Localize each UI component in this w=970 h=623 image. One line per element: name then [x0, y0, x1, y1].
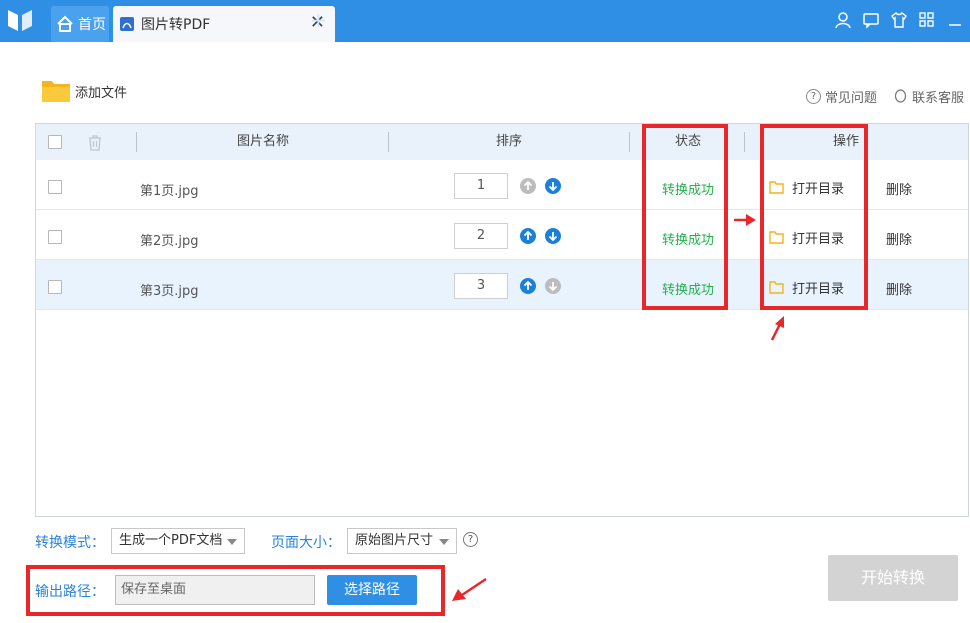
move-down-icon[interactable]: [545, 178, 561, 194]
row-checkbox[interactable]: [48, 180, 62, 194]
header-separator: [744, 132, 745, 152]
title-bar: 首页 图片转PDF ✕ +: [0, 0, 970, 42]
output-path-label: 输出路径：: [35, 581, 105, 601]
page-size-label: 页面大小：: [271, 532, 341, 552]
faq-label: 常见问题: [825, 87, 877, 106]
delete-link[interactable]: 删除: [886, 229, 912, 248]
status-highlight-box: [642, 124, 728, 310]
folder-icon: [41, 78, 71, 104]
header-separator: [629, 132, 630, 152]
tab-image-to-pdf-label: 图片转PDF: [141, 14, 210, 34]
support-link[interactable]: 联系客服: [893, 87, 964, 106]
faq-link[interactable]: ? 常见问题: [806, 87, 877, 106]
mode-label: 转换模式：: [35, 532, 105, 552]
move-up-icon[interactable]: [520, 278, 536, 294]
file-name: 第2页.jpg: [140, 230, 199, 249]
chevron-down-icon: [439, 539, 449, 545]
tab-image-to-pdf[interactable]: 图片转PDF ✕: [113, 6, 335, 42]
header-name: 图片名称: [137, 124, 389, 160]
order-input[interactable]: 3: [454, 273, 508, 299]
apps-grid-icon[interactable]: [918, 11, 936, 29]
window-controls: [834, 11, 964, 29]
move-up-icon[interactable]: [520, 228, 536, 244]
question-icon: ?: [806, 89, 821, 104]
page-size-select[interactable]: 原始图片尺寸: [347, 528, 457, 554]
order-input[interactable]: 1: [454, 173, 508, 199]
user-icon[interactable]: [834, 11, 852, 29]
message-icon[interactable]: [862, 11, 880, 29]
help-icon[interactable]: ?: [463, 532, 478, 547]
move-down-icon[interactable]: [545, 228, 561, 244]
add-tab-icon[interactable]: +: [310, 10, 327, 30]
home-icon: [56, 15, 74, 33]
add-file-button[interactable]: 添加文件: [41, 78, 127, 104]
move-up-icon[interactable]: [520, 178, 536, 194]
mode-select-value: 生成一个PDF文档: [119, 533, 222, 548]
start-convert-button[interactable]: 开始转换: [828, 555, 958, 601]
app-logo-icon: [6, 7, 34, 33]
mode-select[interactable]: 生成一个PDF文档: [111, 528, 245, 554]
skin-icon[interactable]: [890, 11, 908, 29]
help-links: ? 常见问题 联系客服: [806, 87, 964, 106]
output-path-input[interactable]: 保存至桌面: [115, 575, 315, 605]
up-arrow-annotation-icon: [770, 315, 786, 341]
chevron-down-icon: [227, 539, 237, 545]
tab-home[interactable]: 首页: [51, 6, 109, 42]
select-all-checkbox[interactable]: [48, 135, 62, 149]
delete-link[interactable]: 删除: [886, 179, 912, 198]
action-highlight-box: [760, 124, 868, 310]
delete-link[interactable]: 删除: [886, 279, 912, 298]
left-arrow-annotation-icon: [450, 577, 488, 603]
order-input[interactable]: 2: [454, 223, 508, 249]
choose-path-button[interactable]: 选择路径: [327, 575, 417, 605]
file-name: 第3页.jpg: [140, 280, 199, 299]
row-checkbox[interactable]: [48, 280, 62, 294]
support-label: 联系客服: [912, 87, 964, 106]
trash-icon[interactable]: [87, 134, 103, 151]
right-arrow-annotation-icon: [733, 213, 757, 227]
chat-penguin-icon: [893, 89, 908, 104]
add-file-label: 添加文件: [75, 82, 127, 101]
page-size-select-value: 原始图片尺寸: [355, 533, 433, 548]
tab-home-label: 首页: [78, 14, 106, 34]
file-name: 第1页.jpg: [140, 180, 199, 199]
pdf-icon: [119, 16, 135, 32]
move-down-icon[interactable]: [545, 278, 561, 294]
row-checkbox[interactable]: [48, 230, 62, 244]
header-order: 排序: [389, 124, 629, 160]
minimize-icon[interactable]: [946, 11, 964, 29]
